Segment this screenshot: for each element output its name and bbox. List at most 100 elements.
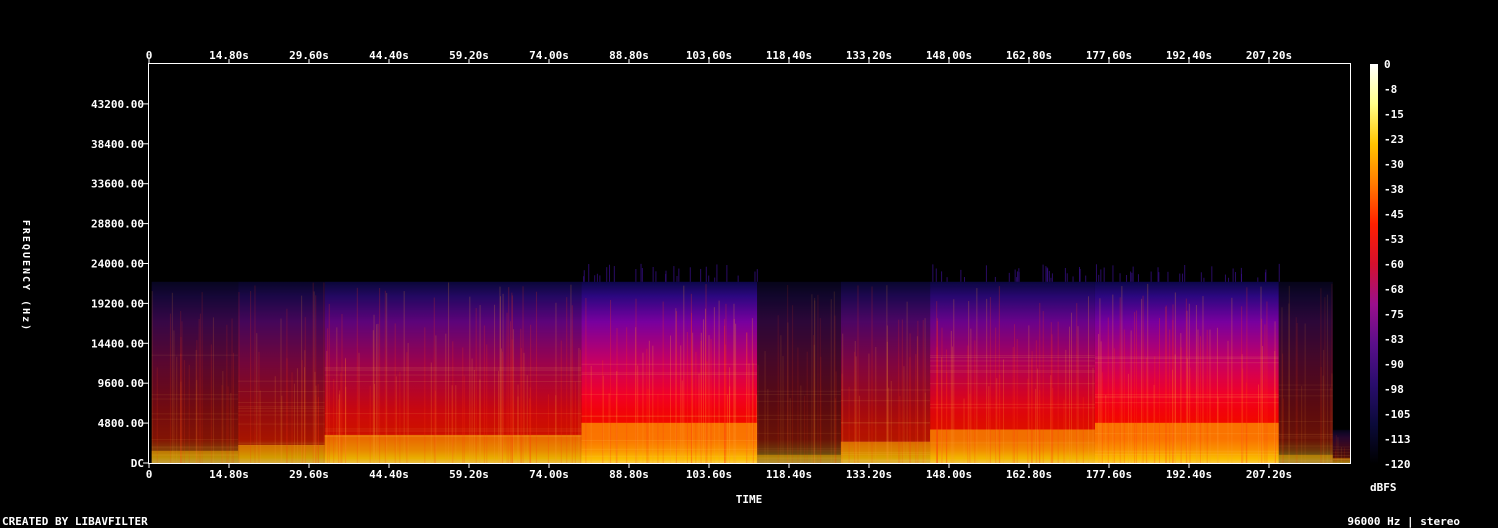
y-tick-label: 4800.00: [98, 417, 144, 430]
spectrogram-streak: [789, 398, 791, 463]
y-tick-label: 43200.00: [91, 98, 144, 111]
spectrogram-streak: [1288, 303, 1290, 463]
spectrogram-streak: [888, 387, 890, 463]
spectrogram-harmonic: [581, 363, 758, 365]
spectrogram-streak: [1087, 296, 1089, 463]
spectrogram-streak: [1266, 301, 1268, 463]
spectrogram-harmonic: [840, 422, 931, 424]
spectrogram-streak: [710, 338, 712, 463]
spectrogram-bleed: [1098, 274, 1100, 282]
colorbar-tick-label: 0: [1384, 58, 1391, 71]
spectrogram-bleed: [1066, 273, 1068, 282]
colorbar-tick-label: -90: [1384, 358, 1404, 371]
spectrogram-streak: [469, 296, 471, 463]
spectrogram-bleed: [1014, 269, 1016, 282]
spectrogram-streak: [646, 348, 648, 463]
x-tick-label-bottom: 44.40s: [369, 468, 409, 481]
spectrogram-streak: [1076, 303, 1078, 463]
spectrogram-bleed: [1234, 272, 1236, 282]
spectrogram-harmonic: [581, 393, 758, 395]
x-tick-label-top: 74.00s: [529, 49, 569, 62]
spectrogram-streak: [230, 393, 232, 463]
spectrogram-harmonic: [1278, 460, 1333, 462]
spectrogram-streak: [1296, 322, 1298, 463]
spectrogram-streak: [764, 351, 766, 463]
x-tick-label-bottom: 59.20s: [449, 468, 489, 481]
spectrogram-streak: [833, 291, 835, 463]
spectrogram-bleed: [1045, 266, 1047, 282]
spectrogram-bleed: [678, 268, 680, 282]
footer-credit: CREATED BY LIBAVFILTER: [2, 515, 148, 528]
colorbar-tick-label: -98: [1384, 383, 1404, 396]
spectrogram-harmonic: [151, 447, 239, 449]
spectrogram-bleed: [583, 270, 585, 282]
spectrogram-harmonic: [1094, 454, 1279, 456]
spectrogram-streak: [946, 371, 948, 463]
x-tick-label-bottom: 207.20s: [1246, 468, 1292, 481]
spectrogram-streak: [579, 349, 581, 463]
spectrogram-bleed: [641, 268, 643, 282]
spectrogram-harmonic: [581, 448, 758, 450]
spectrogram-streak: [642, 352, 644, 463]
spectrogram-harmonic: [840, 389, 931, 391]
spectrogram-harmonic: [1278, 389, 1333, 391]
x-tick-label-bottom: 0: [146, 468, 153, 481]
x-axis-top: 0 14.80s 29.60s 44.40s 59.20s 74.00s 88.80s 103…: [146, 49, 1292, 64]
spectrogram-streak: [890, 380, 892, 463]
spectrogram-harmonic: [324, 428, 582, 430]
colorbar-tick-label: -105: [1384, 408, 1411, 421]
spectrogram-streak: [1121, 286, 1123, 463]
spectrogram-streak: [718, 300, 720, 463]
spectrogram-harmonic: [151, 413, 239, 415]
spectrogram-streak: [1329, 387, 1331, 463]
spectrogram-streak: [173, 330, 175, 463]
spectrogram-harmonic: [757, 400, 841, 402]
spectrogram-bleed: [676, 275, 678, 282]
spectrogram-streak: [1027, 378, 1029, 463]
spectrogram-streak: [399, 371, 401, 463]
spectrogram-streak: [500, 348, 502, 463]
spectrogram-streak: [369, 385, 371, 463]
spectrogram-streak: [1052, 387, 1054, 463]
x-tick-label-top: 162.80s: [1006, 49, 1052, 62]
spectrogram-bleed: [935, 268, 937, 282]
spectrogram-bleed: [1130, 271, 1132, 282]
colorbar-tick-label: -30: [1384, 158, 1404, 171]
spectrogram-streak: [814, 297, 816, 463]
x-axis-title: TIME: [736, 493, 763, 506]
spectrogram-streak: [281, 395, 283, 463]
spectrogram-streak: [1260, 286, 1262, 463]
spectrogram-streak: [626, 327, 628, 463]
footer-sample-rate: 96000 Hz | stereo: [1347, 515, 1460, 528]
spectrogram-streak: [724, 319, 726, 463]
spectrogram-streak: [1154, 356, 1156, 463]
spectrogram-streak: [199, 313, 201, 463]
spectrogram-harmonic: [238, 380, 325, 382]
spectrogram-streak: [752, 363, 754, 463]
spectrogram-bleed: [754, 271, 756, 282]
spectrogram-bleed: [1167, 271, 1169, 282]
y-tick-label: 9600.00: [98, 377, 144, 390]
spectrogram-streak: [1037, 368, 1039, 463]
spectrogram-harmonic: [930, 370, 1095, 372]
colorbar-tick-label: -45: [1384, 208, 1404, 221]
spectrogram-harmonic: [324, 413, 582, 415]
spectrogram-streak: [735, 323, 737, 463]
spectrogram-harmonic: [930, 403, 1095, 405]
y-axis-title: FREQUENCY (Hz): [20, 220, 31, 332]
spectrogram-streak: [1031, 358, 1033, 463]
spectrogram-bleed: [1232, 268, 1234, 282]
spectrogram-streak: [1262, 346, 1264, 463]
spectrogram-streak: [590, 365, 592, 463]
spectrogram-streak: [792, 305, 794, 463]
spectrogram-streak: [871, 286, 873, 463]
spectrogram-bleed: [960, 269, 962, 282]
colorbar-tick-label: -8: [1384, 83, 1397, 96]
spectrogram-streak: [817, 294, 819, 463]
spectrogram-bleed: [1240, 273, 1242, 282]
x-tick-label-top: 29.60s: [289, 49, 329, 62]
spectrogram-harmonic: [1332, 454, 1350, 456]
spectrogram-streak: [323, 282, 325, 463]
spectrogram-streak: [471, 358, 473, 463]
spectrogram-bleed: [635, 269, 637, 282]
